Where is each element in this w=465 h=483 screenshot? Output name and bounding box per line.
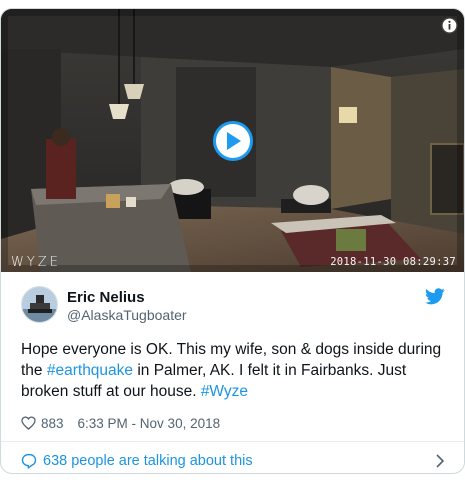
video-timestamp: 2018-11-30 08:29:37 [330, 256, 456, 268]
comment-icon [21, 453, 37, 469]
video-player[interactable]: WYZE 2018-11-30 08:29:37 [1, 9, 464, 272]
tweet-timestamp[interactable]: 6:33 PM - Nov 30, 2018 [78, 416, 221, 431]
author-name[interactable]: Eric Nelius [67, 289, 145, 306]
hashtag-link[interactable]: #Wyze [201, 383, 248, 400]
play-icon [227, 132, 241, 150]
embedded-tweet-card: WYZE 2018-11-30 08:29:37 Eric Nelius @Al… [0, 8, 465, 474]
avatar-image [22, 287, 57, 322]
divider [1, 441, 464, 442]
author-handle[interactable]: @AlaskaTugboater [67, 307, 187, 323]
tweet-author: Eric Nelius @AlaskaTugboater [21, 286, 451, 326]
conversation-label: 638 people are talking about this [43, 453, 253, 469]
heart-icon[interactable] [21, 416, 36, 430]
conversation-link[interactable]: 638 people are talking about this [21, 449, 449, 473]
tweet-text: Hope everyone is OK. This my wife, son &… [21, 339, 449, 402]
chevron-right-icon [436, 454, 445, 468]
hashtag-link[interactable]: #earthquake [47, 362, 133, 379]
brand-watermark: WYZE [11, 255, 61, 270]
avatar[interactable] [21, 286, 58, 323]
twitter-bird-icon[interactable] [425, 288, 445, 305]
like-count[interactable]: 883 [41, 416, 64, 431]
tweet-meta: 883 6:33 PM - Nov 30, 2018 [21, 414, 220, 432]
info-icon[interactable] [441, 17, 458, 34]
play-button[interactable] [213, 121, 253, 161]
